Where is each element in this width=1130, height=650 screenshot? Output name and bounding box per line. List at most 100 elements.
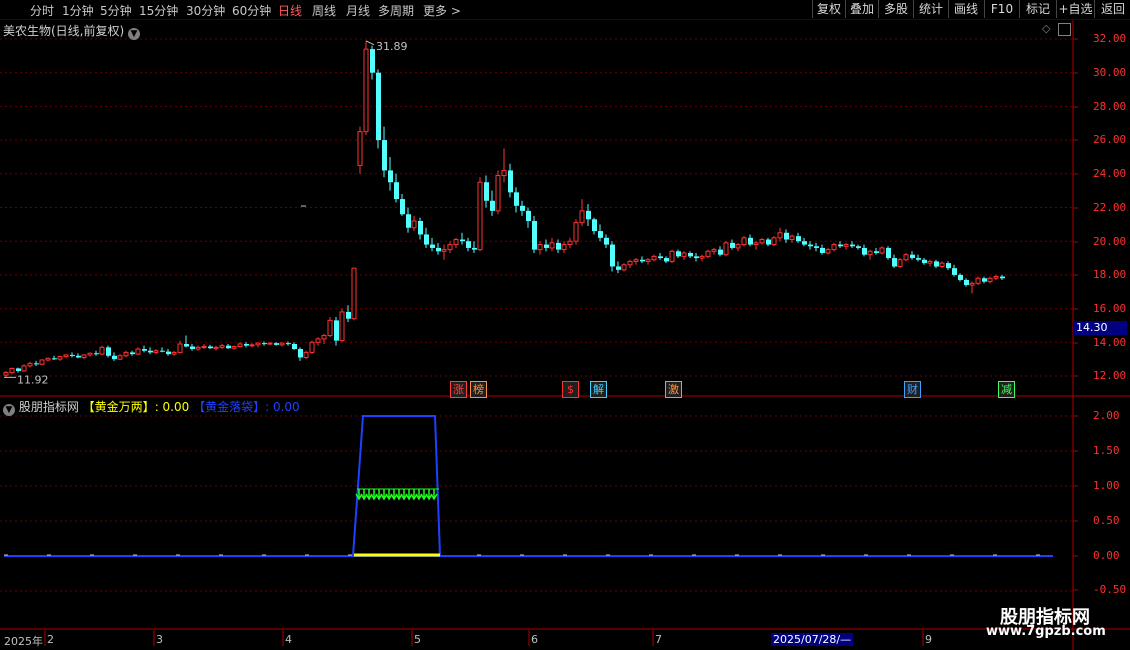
candle-body: [406, 214, 411, 228]
toolbar-button[interactable]: 复权: [812, 0, 845, 18]
candle-body: [52, 358, 57, 360]
candle-body: [514, 192, 519, 206]
candle-body: [718, 249, 723, 255]
toolbar-button[interactable]: 叠加: [845, 0, 878, 18]
candle-body: [244, 343, 249, 346]
watermark-url: www.7gpzb.com: [986, 624, 1106, 639]
period-tab[interactable]: 月线: [346, 2, 370, 19]
toolbar-button[interactable]: 画线: [948, 0, 983, 18]
stock-title[interactable]: 美农生物(日线,前复权) ▼: [3, 22, 141, 40]
candle-body: [903, 254, 909, 261]
candle-body: [81, 354, 87, 358]
chevron-down-icon[interactable]: ▼: [3, 404, 15, 416]
candle-body: [892, 258, 897, 267]
candle-body: [627, 260, 633, 266]
candle-body: [267, 342, 273, 345]
candle-body: [303, 351, 309, 358]
period-tab[interactable]: 1分钟: [62, 2, 94, 19]
event-badge[interactable]: 激: [665, 381, 682, 398]
event-badge[interactable]: $: [562, 381, 579, 398]
period-tab[interactable]: 更多 >: [423, 2, 461, 19]
candle-body: [610, 244, 615, 267]
candle-body: [604, 237, 609, 245]
candle-body: [327, 319, 333, 337]
candle-body: [621, 264, 627, 271]
candle-body: [520, 205, 525, 211]
candle-body: [838, 244, 843, 247]
candle-body: [964, 279, 969, 286]
candle-body: [897, 259, 903, 267]
candle-body: [544, 244, 549, 248]
event-badge[interactable]: 减: [998, 381, 1015, 398]
candle-body: [298, 349, 303, 358]
toolbar-button[interactable]: 返回: [1094, 0, 1130, 18]
candle-body: [453, 239, 459, 246]
scroll-icon[interactable]: [1058, 23, 1071, 36]
candle-body: [195, 346, 201, 350]
candle-body: [808, 244, 813, 247]
candle-body: [789, 235, 795, 241]
candle-body: [579, 210, 585, 224]
price-tick-label: 22.00: [1093, 201, 1127, 214]
candle-body: [573, 222, 579, 242]
month-label: 9: [925, 633, 932, 646]
candle-body: [987, 277, 993, 283]
candle-body: [315, 338, 321, 343]
candle-body: [39, 359, 45, 365]
candle-body: [418, 220, 423, 235]
event-badge[interactable]: 财: [904, 381, 921, 398]
candle-body: [123, 351, 129, 357]
series2-label: 【黄金落袋】: [193, 400, 266, 414]
price-tick-label: 26.00: [1093, 133, 1127, 146]
candle-body: [388, 170, 393, 183]
candle-body: [292, 343, 297, 350]
period-tab[interactable]: 5分钟: [100, 2, 132, 19]
candle-body: [910, 254, 915, 259]
candle-body: [160, 350, 165, 352]
toolbar-button[interactable]: +自选: [1056, 0, 1094, 18]
candle-body: [130, 352, 135, 355]
candle-body: [447, 244, 453, 251]
indicator-title[interactable]: ▼ 股朋指标网 【黄金万两】: 0.00 【黄金落袋】: 0.00: [3, 398, 300, 416]
candle-body: [694, 256, 699, 259]
event-badge[interactable]: 解: [590, 381, 607, 398]
candle-body: [184, 343, 189, 347]
candle-body: [537, 244, 543, 251]
period-tab[interactable]: 多周期: [378, 2, 414, 19]
candle-body: [495, 174, 501, 212]
toolbar-button[interactable]: F10: [984, 0, 1019, 18]
candle-body: [730, 242, 735, 248]
candle-body: [753, 242, 759, 246]
diamond-icon[interactable]: ◇: [1042, 22, 1050, 35]
candle-body: [370, 49, 375, 73]
period-tab[interactable]: 60分钟: [232, 2, 271, 19]
month-label: 2: [47, 633, 54, 646]
toolbar-button[interactable]: 统计: [913, 0, 948, 18]
candle-body: [975, 277, 981, 284]
indicator-tick-label: 2.00: [1093, 409, 1120, 422]
event-badge[interactable]: 榜: [470, 381, 487, 398]
candle-body: [490, 200, 495, 211]
chevron-down-icon[interactable]: ▼: [128, 28, 141, 40]
candle-body: [142, 349, 147, 351]
period-tab[interactable]: 周线: [312, 2, 336, 19]
high-pointer: [365, 40, 375, 46]
period-tab[interactable]: 分时: [30, 2, 54, 19]
toolbar-button[interactable]: 多股: [878, 0, 913, 18]
candle-body: [339, 311, 345, 342]
candle-body: [321, 335, 327, 340]
price-tick-label: 24.00: [1093, 167, 1127, 180]
toolbar-button[interactable]: 标记: [1019, 0, 1056, 18]
candle-body: [825, 249, 831, 254]
period-tab[interactable]: 30分钟: [186, 2, 225, 19]
candle-body: [586, 210, 591, 220]
period-tab[interactable]: 日线: [278, 2, 302, 19]
month-label: 7: [655, 633, 662, 646]
period-tab[interactable]: 15分钟: [139, 2, 178, 19]
candle-body: [472, 247, 477, 250]
stock-title-text: 美农生物(日线,前复权): [3, 24, 125, 38]
candle-body: [262, 343, 267, 345]
event-badge[interactable]: 涨: [450, 381, 467, 398]
candle-body: [45, 357, 51, 361]
candle-body: [436, 247, 441, 252]
